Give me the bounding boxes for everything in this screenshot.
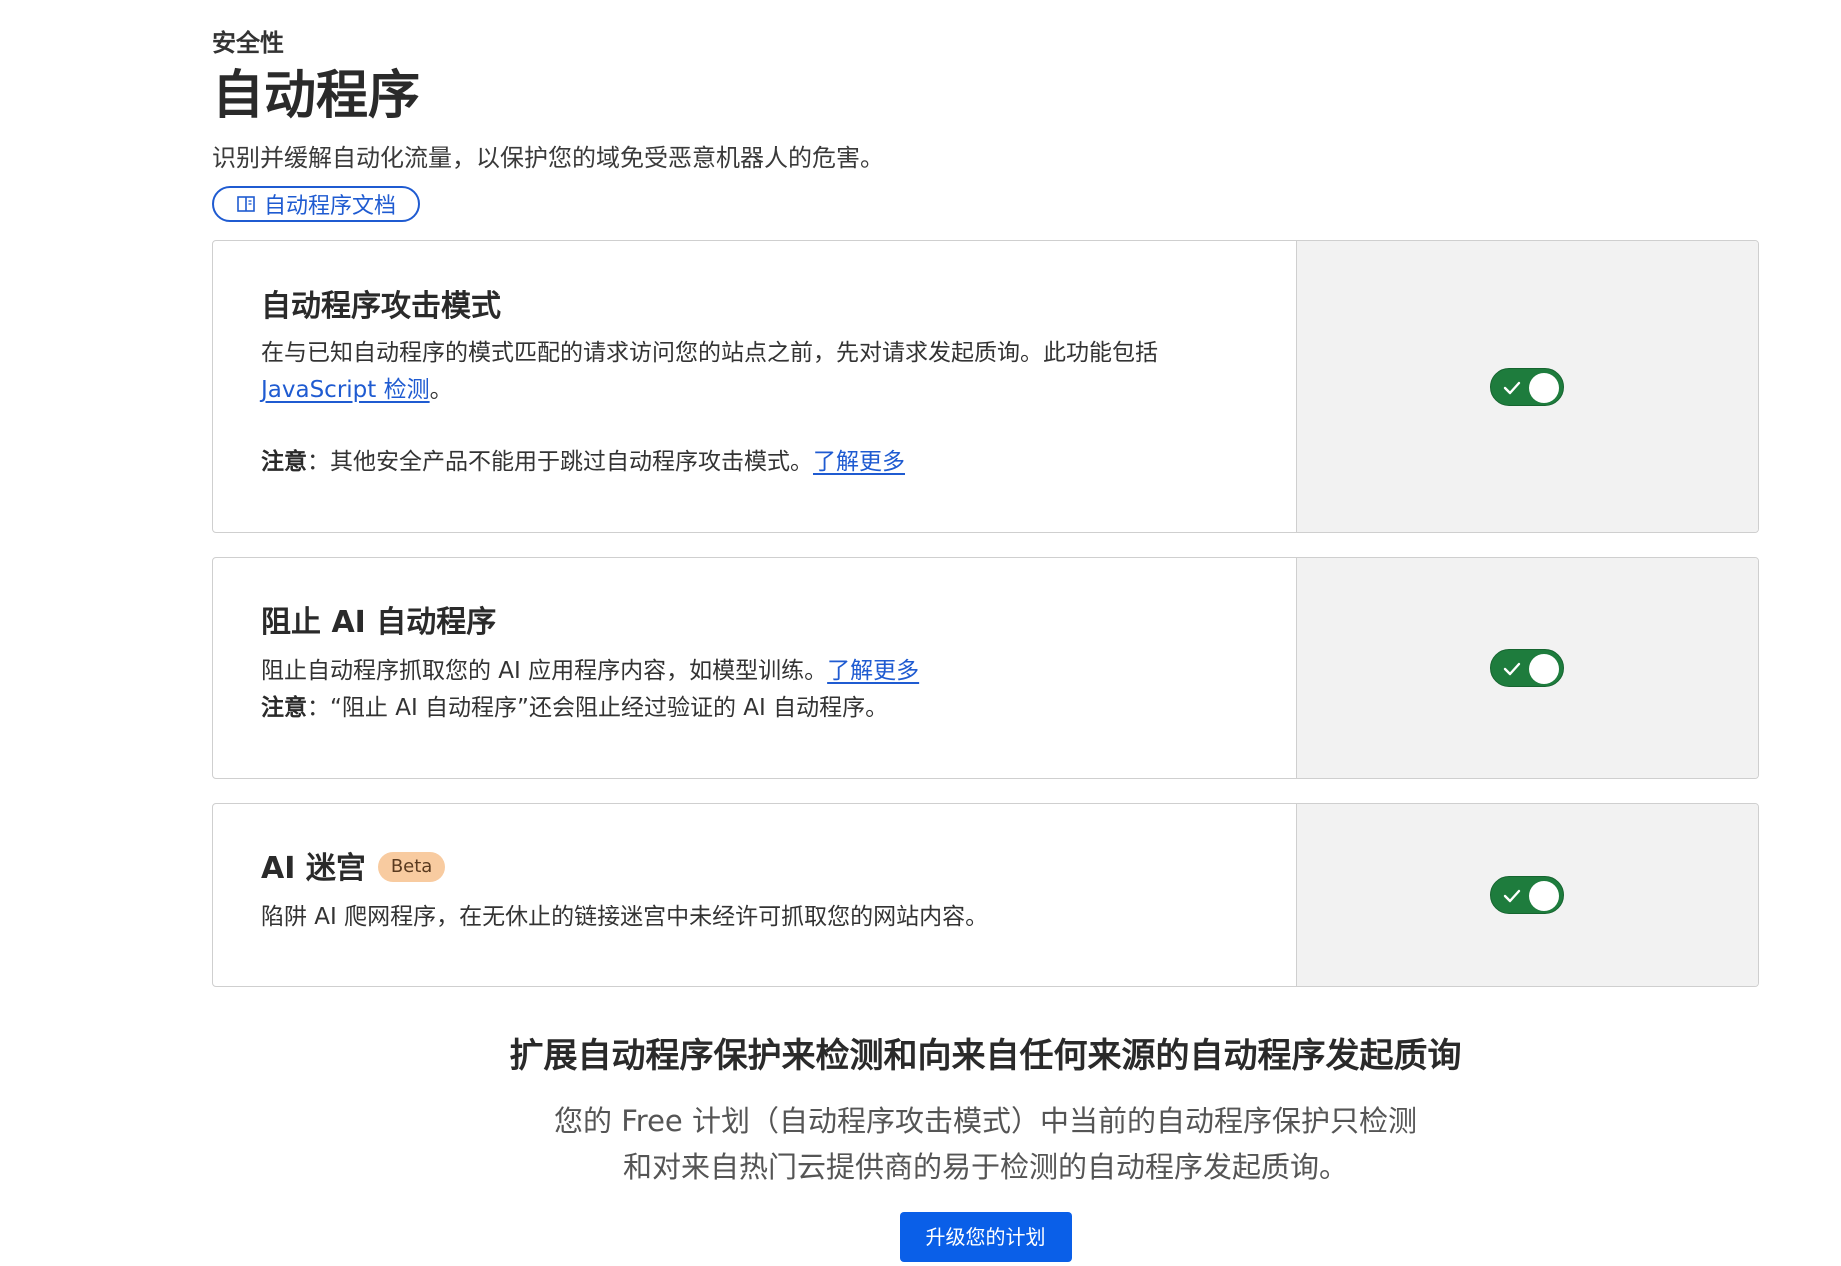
ai-labyrinth-toggle[interactable] [1490, 876, 1564, 914]
section-label: 安全性 [212, 29, 284, 57]
card-note: 注意：其他安全产品不能用于跳过自动程序攻击模式。了解更多 [261, 444, 1256, 481]
check-icon [1503, 662, 1521, 676]
card-description: 陷阱 AI 爬网程序，在无休止的链接迷宫中未经许可抓取您的网站内容。 [261, 904, 989, 930]
card-content: 阻止 AI 自动程序 阻止自动程序抓取您的 AI 应用程序内容，如模型训练。了解… [213, 558, 1296, 778]
learn-more-link[interactable]: 了解更多 [813, 449, 905, 475]
bots-docs-button[interactable]: 自动程序文档 [212, 186, 421, 222]
card-description: 在与已知自动程序的模式匹配的请求访问您的站点之前，先对请求发起质询。此功能包括 … [261, 335, 1256, 409]
note-text: ：其他安全产品不能用于跳过自动程序攻击模式。 [307, 449, 813, 475]
toggle-knob [1529, 654, 1559, 684]
promo-description: 您的 Free 计划（自动程序攻击模式）中当前的自动程序保护只检测 和对来自热门… [212, 1098, 1759, 1190]
toggle-knob [1529, 373, 1559, 403]
promo-title: 扩展自动程序保护来检测和向来自任何来源的自动程序发起质询 [509, 1036, 1462, 1076]
block-ai-bots-toggle[interactable] [1490, 649, 1564, 687]
bot-fight-mode-toggle[interactable] [1490, 368, 1564, 406]
card-title: 阻止 AI 自动程序 [261, 605, 497, 640]
note-label: 注意 [261, 695, 307, 721]
promo-line-1: 您的 Free 计划（自动程序攻击模式）中当前的自动程序保护只检测 [554, 1104, 1417, 1138]
learn-more-link[interactable]: 了解更多 [827, 658, 919, 684]
description-text: 在与已知自动程序的模式匹配的请求访问您的站点之前，先对请求发起质询。此功能包括 [261, 340, 1158, 366]
block-ai-bots-card: 阻止 AI 自动程序 阻止自动程序抓取您的 AI 应用程序内容，如模型训练。了解… [212, 557, 1759, 779]
description-text: 阻止自动程序抓取您的 AI 应用程序内容，如模型训练。 [261, 658, 828, 684]
card-toggle-panel [1296, 558, 1758, 778]
bot-fight-mode-card: 自动程序攻击模式 在与已知自动程序的模式匹配的请求访问您的站点之前，先对请求发起… [212, 240, 1759, 533]
description-suffix: 。 [429, 377, 453, 403]
note-label: 注意 [261, 449, 307, 475]
card-content: AI 迷宫 Beta 陷阱 AI 爬网程序，在无休止的链接迷宫中未经许可抓取您的网… [213, 804, 1296, 986]
ai-labyrinth-card: AI 迷宫 Beta 陷阱 AI 爬网程序，在无休止的链接迷宫中未经许可抓取您的网… [212, 803, 1759, 987]
page-description: 识别并缓解自动化流量，以保护您的域免受恶意机器人的危害。 [212, 144, 884, 172]
page-header: 安全性 自动程序 识别并缓解自动化流量，以保护您的域免受恶意机器人的危害。 自动… [212, 24, 1512, 222]
card-content: 自动程序攻击模式 在与已知自动程序的模式匹配的请求访问您的站点之前，先对请求发起… [213, 241, 1296, 532]
card-title: AI 迷宫 [261, 851, 366, 886]
note-text: ：“阻止 AI 自动程序”还会阻止经过验证的 AI 自动程序。 [307, 695, 889, 721]
card-description: 阻止自动程序抓取您的 AI 应用程序内容，如模型训练。了解更多 [261, 653, 1256, 690]
card-title-row: AI 迷宫 Beta [261, 849, 1256, 889]
check-icon [1503, 889, 1521, 903]
promo-line-2: 和对来自热门云提供商的易于检测的自动程序发起质询。 [622, 1150, 1348, 1184]
bots-docs-label: 自动程序文档 [264, 194, 397, 219]
card-title: 自动程序攻击模式 [261, 289, 501, 324]
check-icon [1503, 381, 1521, 395]
javascript-detection-link[interactable]: JavaScript 检测 [261, 377, 430, 403]
beta-badge: Beta [377, 851, 446, 882]
card-toggle-panel [1296, 241, 1758, 532]
book-icon [237, 196, 255, 212]
card-note: 注意：“阻止 AI 自动程序”还会阻止经过验证的 AI 自动程序。 [261, 690, 1256, 727]
toggle-knob [1529, 881, 1559, 911]
page-title: 自动程序 [212, 66, 421, 126]
card-toggle-panel [1296, 804, 1758, 986]
bots-settings-page: 安全性 自动程序 识别并缓解自动化流量，以保护您的域免受恶意机器人的危害。 自动… [0, 0, 1841, 1266]
upgrade-plan-button[interactable]: 升级您的计划 [899, 1212, 1072, 1262]
upgrade-promo: 扩展自动程序保护来检测和向来自任何来源的自动程序发起质询 您的 Free 计划（… [212, 1032, 1759, 1262]
